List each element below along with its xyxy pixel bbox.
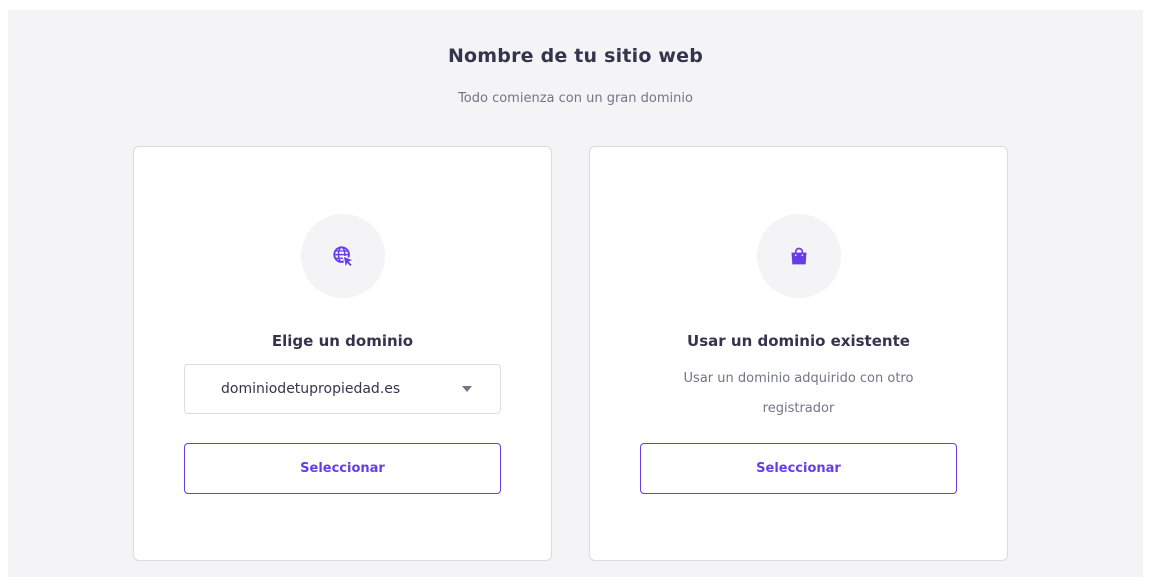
page-subtitle: Todo comienza con un gran dominio bbox=[458, 91, 693, 106]
shopping-bag-icon bbox=[791, 247, 807, 265]
existing-domain-description: Usar un dominio adquirido con otro regis… bbox=[683, 371, 914, 416]
globe-cursor-icon-circle bbox=[301, 214, 385, 298]
domain-select[interactable]: dominiodetupropiedad.es bbox=[184, 364, 501, 414]
shopping-bag-icon-circle bbox=[757, 214, 841, 298]
select-domain-button[interactable]: Seleccionar bbox=[184, 443, 501, 494]
domain-select-value: dominiodetupropiedad.es bbox=[221, 381, 401, 397]
existing-domain-card: Usar un dominio existente Usar un domini… bbox=[589, 146, 1008, 561]
page-title: Nombre de tu sitio web bbox=[447, 45, 704, 67]
globe-cursor-icon bbox=[333, 246, 354, 267]
existing-domain-title: Usar un dominio existente bbox=[687, 332, 910, 350]
choose-domain-title: Elige un dominio bbox=[271, 332, 414, 350]
chevron-down-icon bbox=[462, 386, 472, 392]
choose-domain-card: Elige un dominio dominiodetupropiedad.es… bbox=[133, 146, 552, 561]
select-existing-domain-button[interactable]: Seleccionar bbox=[640, 443, 957, 494]
